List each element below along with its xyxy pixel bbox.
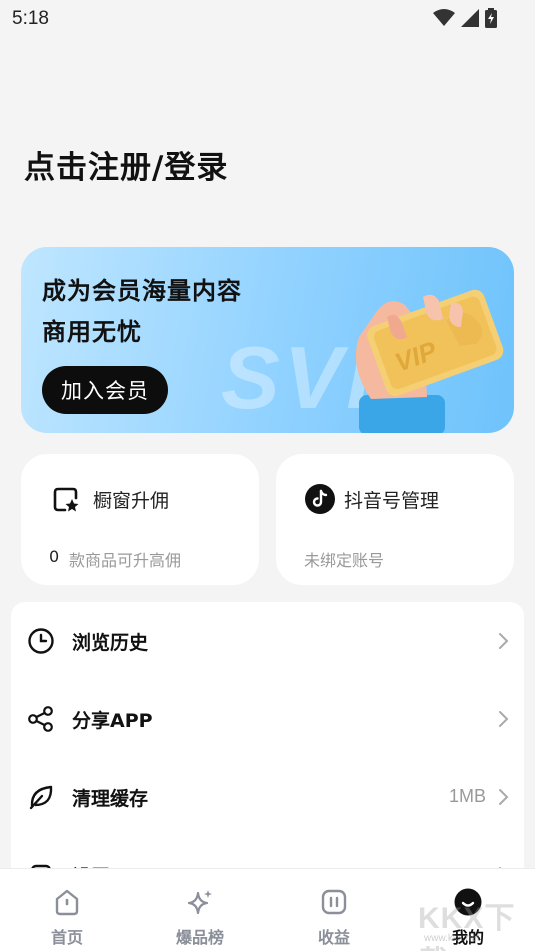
login-register-link[interactable]: 点击注册/登录	[24, 142, 228, 187]
settings-menu-list: 浏览历史 分享APP 清理缓存 1MB 设置	[11, 602, 524, 902]
menu-label-share-app: 分享APP	[72, 710, 153, 732]
join-vip-button[interactable]: 加入会员	[42, 366, 168, 414]
nav-label-earnings: 收益	[317, 928, 350, 947]
nav-home[interactable]: 首页	[12, 869, 122, 951]
vip-banner[interactable]: SVIP 成为会员海量内容 商用无忧 加入会员 VIP	[21, 247, 514, 433]
chevron-right-icon	[499, 789, 509, 805]
menu-label-history: 浏览历史	[72, 632, 149, 654]
clock-icon	[28, 628, 54, 654]
douyin-account-status: 未绑定账号	[304, 551, 385, 570]
chevron-right-icon	[499, 633, 509, 649]
cache-size-value: 1MB	[448, 786, 486, 806]
home-icon	[55, 889, 79, 916]
douyin-account-card[interactable]: 抖音号管理 未绑定账号	[276, 454, 514, 585]
battery-icon	[485, 8, 497, 28]
douyin-account-title: 抖音号管理	[344, 490, 440, 512]
window-commission-title: 橱窗升佣	[93, 490, 170, 512]
site-watermark-url: www.kkx.net	[424, 933, 480, 944]
status-time: 5:18	[12, 8, 49, 29]
commission-product-count: 0	[49, 547, 60, 566]
nav-label-hot-list: 爆品榜	[175, 928, 224, 947]
vip-card-hand-illustration: VIP	[355, 289, 504, 433]
nav-label-home: 首页	[50, 928, 83, 947]
share-icon	[28, 706, 53, 732]
nav-earnings[interactable]: 收益	[279, 869, 389, 951]
menu-label-clear-cache: 清理缓存	[72, 788, 149, 810]
nav-hot-list[interactable]: 爆品榜	[145, 869, 255, 951]
wallet-icon	[321, 889, 347, 915]
leaf-icon	[29, 785, 53, 810]
signal-icon	[461, 9, 479, 27]
vip-banner-line2: 商用无忧	[42, 318, 142, 346]
chevron-right-icon	[499, 711, 509, 727]
menu-item-history[interactable]: 浏览历史	[11, 611, 524, 671]
commission-subtitle: 款商品可升高佣	[69, 551, 182, 570]
status-bar: 5:18	[0, 0, 535, 38]
douyin-logo-icon	[305, 484, 335, 514]
showcase-star-icon	[53, 487, 79, 512]
status-icons	[433, 8, 497, 28]
sparkle-icon	[187, 890, 212, 915]
vip-banner-line1: 成为会员海量内容	[42, 277, 242, 305]
wifi-icon	[433, 9, 455, 26]
window-commission-card[interactable]: 橱窗升佣 0 款商品可升高佣	[21, 454, 259, 585]
menu-item-clear-cache[interactable]: 清理缓存 1MB	[11, 767, 524, 827]
menu-item-share-app[interactable]: 分享APP	[11, 689, 524, 749]
